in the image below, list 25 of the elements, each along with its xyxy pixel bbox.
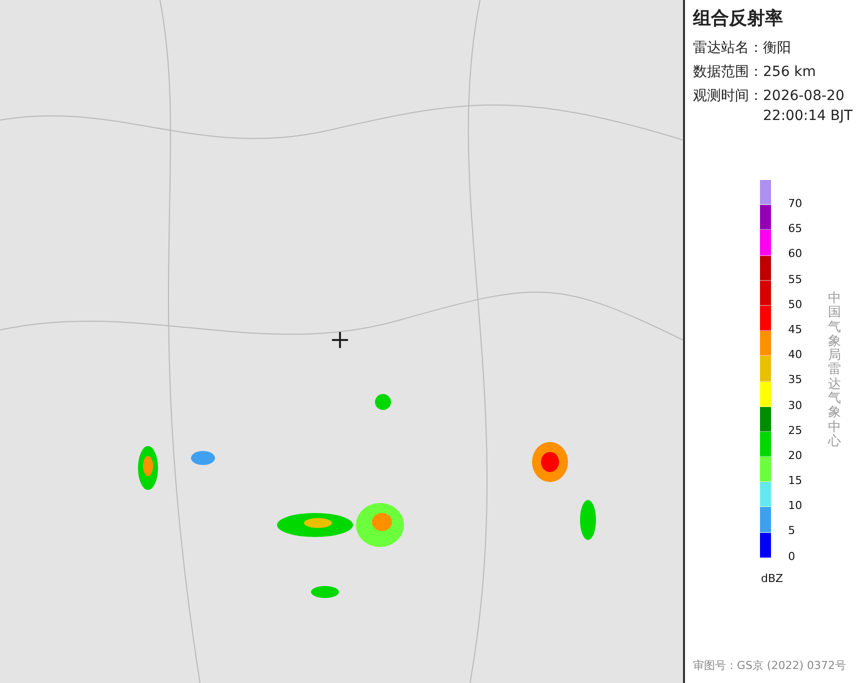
scale-label: 0 <box>788 550 796 565</box>
field-value: 256 km <box>763 63 816 82</box>
scale-label: 15 <box>788 474 802 490</box>
approval-number: 审图号：GS京 (2022) 0372号 <box>692 658 846 673</box>
scale-label: 10 <box>788 499 802 514</box>
credit-text: 中国气象局雷达气象中心 <box>828 292 842 450</box>
scale-label: 5 <box>788 524 796 540</box>
scale-label: 25 <box>788 424 802 439</box>
scale-label: 50 <box>788 298 802 313</box>
scale-label: 35 <box>788 373 802 388</box>
scale-label: 40 <box>788 348 802 364</box>
field-value: 2026-08-20 22:00:14 BJT <box>763 87 853 126</box>
field-label: 观测时间： <box>693 87 763 106</box>
scale-label: 45 <box>788 322 802 338</box>
product-title: 组合反射率 <box>693 7 784 30</box>
scale-label: 60 <box>788 247 802 262</box>
scale-label: 55 <box>788 272 802 288</box>
scale-label: 65 <box>788 222 802 238</box>
scale-label: 70 <box>788 197 802 212</box>
scale-label: 20 <box>788 448 802 464</box>
field-label: 数据范围： <box>693 63 763 82</box>
field-label: 雷达站名： <box>693 39 763 58</box>
scale-label: 30 <box>788 398 802 414</box>
field-value: 衡阳 <box>763 39 791 58</box>
unit-label: dBZ <box>761 572 784 585</box>
